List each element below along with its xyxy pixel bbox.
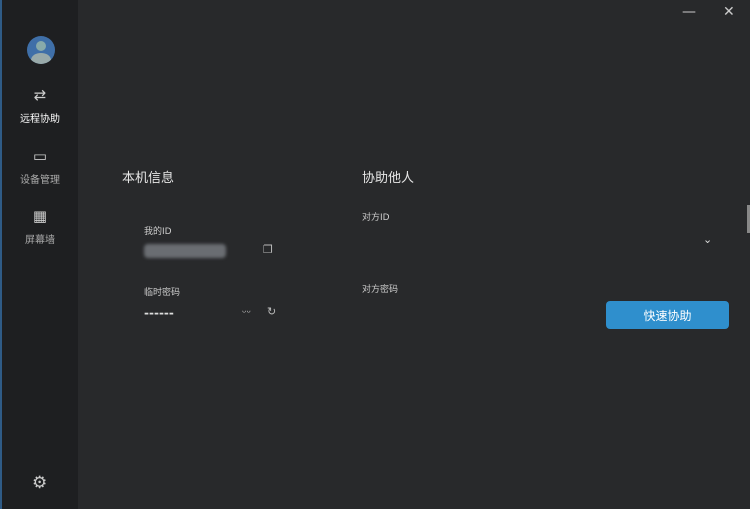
chevron-down-icon[interactable]: ⌄ xyxy=(703,233,712,246)
temp-password-value: ------ xyxy=(144,306,174,320)
quick-assist-button[interactable]: 快速协助 xyxy=(606,301,729,329)
settings-icon[interactable]: ⚙ xyxy=(32,473,47,493)
sidebar-item-remote-assist[interactable]: ⇄ 远程协助 xyxy=(2,86,78,125)
sidebar-item-device-management[interactable]: ▭ 设备管理 xyxy=(2,147,78,186)
sidebar: ⇄ 远程协助 ▭ 设备管理 ▦ 屏幕墙 ⚙ xyxy=(0,0,78,509)
close-button[interactable]: ✕ xyxy=(723,4,735,20)
my-id-value-blurred xyxy=(144,244,226,258)
copy-icon[interactable]: ❐ xyxy=(263,243,273,256)
hidden-eye-icon[interactable]: ᵕᵕ xyxy=(242,306,251,319)
assist-others-title: 协助他人 xyxy=(362,171,415,186)
remote-password-label: 对方密码 xyxy=(362,285,399,295)
avatar[interactable] xyxy=(27,36,55,64)
sidebar-item-screen-wall[interactable]: ▦ 屏幕墙 xyxy=(2,207,78,246)
my-id-label: 我的ID xyxy=(144,227,172,237)
minimize-button[interactable]: — xyxy=(682,4,696,20)
sidebar-item-label: 远程协助 xyxy=(20,114,60,125)
temp-password-label: 临时密码 xyxy=(144,288,181,298)
local-info-title: 本机信息 xyxy=(122,171,175,186)
refresh-icon[interactable]: ↻ xyxy=(267,305,276,318)
remote-id-label: 对方ID xyxy=(362,213,390,223)
grid-icon: ▦ xyxy=(32,207,48,225)
devices-icon: ▭ xyxy=(32,147,48,165)
swap-arrows-icon: ⇄ xyxy=(33,86,47,104)
sidebar-item-label: 设备管理 xyxy=(20,175,60,186)
sidebar-item-label: 屏幕墙 xyxy=(25,235,55,246)
